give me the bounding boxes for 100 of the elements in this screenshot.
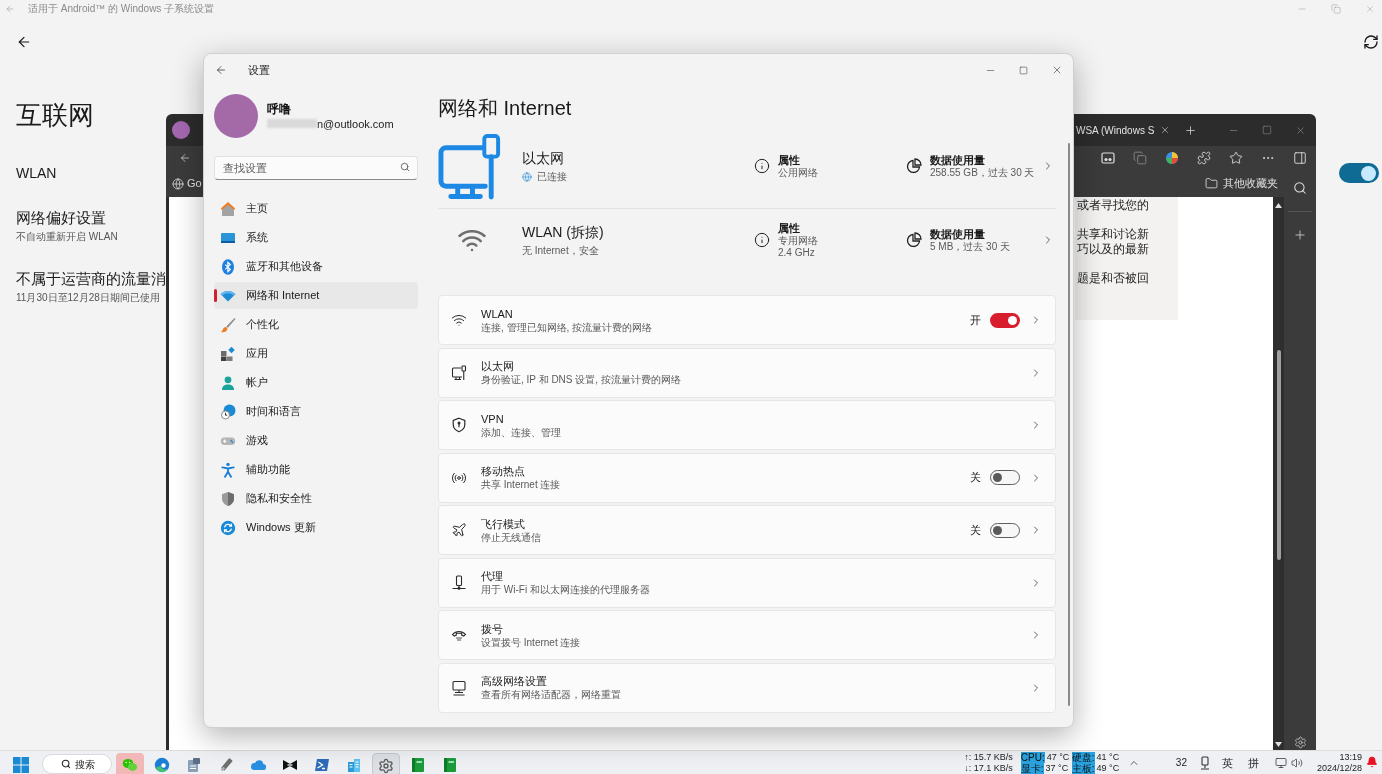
refresh-icon[interactable] [1363, 34, 1379, 50]
card-title: 以太网 [481, 359, 514, 373]
nav-item[interactable]: 时间和语言 [214, 398, 418, 425]
close-icon[interactable] [1160, 125, 1171, 135]
data-usage-link[interactable]: 数据使用量 5 MB，过去 30 天 [906, 227, 1011, 253]
card-title: 移动热点 [481, 464, 525, 478]
clock-globe-icon [220, 403, 236, 420]
properties-link[interactable]: 属性 公用网络 [754, 153, 818, 179]
settings-icon[interactable] [1293, 736, 1307, 749]
info-icon [754, 158, 770, 174]
properties-detail: 专用网络 [778, 235, 818, 247]
setting-title: 不属于运营商的流量消 [16, 270, 166, 288]
add-icon[interactable] [1293, 228, 1307, 242]
card-description: 添加、连接、管理 [481, 425, 561, 439]
scroll-up-icon[interactable] [1275, 203, 1282, 208]
scrollbar-thumb[interactable] [1276, 350, 1281, 560]
documents-icon [186, 757, 202, 773]
page-text: 或者寻找您的 [1077, 198, 1149, 213]
input-method-indicator[interactable]: 拼 [1247, 756, 1259, 770]
other-favorites-button[interactable]: 其他收藏夹 [1205, 175, 1278, 192]
new-tab-icon[interactable] [1184, 123, 1198, 137]
card-title: VPN [481, 411, 504, 426]
data-usage-link[interactable]: 数据使用量 258.55 GB，过去 30 天 [906, 153, 1035, 179]
settings-card[interactable]: 移动热点 共享 Internet 连接 关 [438, 452, 1056, 503]
computer-icon [451, 679, 467, 696]
terminal-icon [314, 757, 330, 773]
favorites-icon[interactable] [1229, 151, 1243, 165]
toggle-switch[interactable] [990, 522, 1020, 538]
speaker-icon[interactable] [1290, 757, 1303, 769]
globe-icon [522, 171, 532, 182]
settings-card[interactable]: 代理 用于 Wi-Fi 和以太网连接的代理服务器 [438, 557, 1056, 608]
color-wheel-icon[interactable] [1165, 151, 1179, 165]
bookmark-link[interactable]: Go [172, 175, 202, 192]
nav-item[interactable]: 主页 [214, 195, 418, 222]
taskbar-search[interactable]: 搜索 [42, 754, 112, 774]
settings-card[interactable]: WLAN 连接, 管理已知网络, 按流量计费的网络 开 [438, 295, 1056, 345]
toggle-switch[interactable] [990, 312, 1020, 328]
book-icon [442, 757, 458, 773]
tray-count: 32 [1175, 757, 1187, 769]
shield-icon [451, 417, 467, 433]
toggle-state-label: 关 [970, 470, 981, 486]
nav-item[interactable]: 应用 [214, 340, 418, 367]
info-icon [754, 232, 770, 248]
input-method-indicator[interactable]: 英 [1221, 756, 1233, 770]
toggle-switch[interactable] [990, 470, 1020, 485]
nav-item[interactable]: 网络和 Internet [214, 282, 418, 309]
browser-tab[interactable]: WSA (Windows S [1076, 118, 1171, 142]
sidebar-icon[interactable] [1293, 151, 1307, 165]
properties-link[interactable]: 属性 专用网络 2.4 GHz [754, 221, 818, 259]
nav-item[interactable]: 帐户 [214, 369, 418, 396]
paintbrush-icon [220, 316, 236, 333]
window-title: 设置 [248, 62, 270, 78]
settings-card[interactable]: 高级网络设置 查看所有网络适配器，网络重置 [438, 662, 1056, 713]
settings-card[interactable]: 拨号 设置拨号 Internet 连接 [438, 610, 1056, 660]
clock-time[interactable]: 13:19 [1339, 752, 1362, 763]
monitor-icon[interactable] [1274, 757, 1287, 769]
toggle-switch[interactable] [1339, 163, 1379, 183]
scrollbar-thumb[interactable] [1068, 143, 1070, 706]
network-speed: ↑: 15.7 KB/s [964, 752, 1013, 763]
nav-item[interactable]: 辅助功能 [214, 456, 418, 483]
scroll-down-icon[interactable] [1275, 742, 1282, 747]
account-email: n@outlook.com [317, 116, 394, 131]
properties-label: 属性 [778, 221, 800, 235]
nav-item[interactable]: 隐私和安全性 [214, 485, 418, 512]
nav-item[interactable]: 个性化 [214, 311, 418, 338]
nav-item[interactable]: 蓝牙和其他设备 [214, 253, 418, 280]
back-icon[interactable] [16, 34, 32, 50]
clock-date[interactable]: 2024/12/28 [1316, 763, 1362, 774]
device-icon[interactable] [1198, 756, 1211, 770]
nav-item[interactable]: 系统 [214, 224, 418, 251]
sync-icon [220, 519, 236, 536]
page-text: 巧以及的最新 [1077, 242, 1149, 257]
reader-icon[interactable] [1101, 151, 1115, 165]
page-heading: 互联网 [16, 100, 94, 130]
airplane-icon [451, 522, 467, 538]
setting-description: 11月30日至12月28日期间已使用 [16, 291, 160, 305]
book-icon [410, 757, 426, 773]
apps-icon [220, 345, 236, 362]
extensions-icon[interactable] [1197, 151, 1211, 165]
settings-card[interactable]: 飞行模式 停止无线通信 关 [438, 505, 1056, 555]
close-icon[interactable] [1295, 124, 1306, 136]
sensor-label: CPU: [1020, 752, 1045, 763]
search-field[interactable]: 查找设置 [214, 156, 418, 180]
properties-detail: 2.4 GHz [778, 247, 815, 259]
settings-card[interactable]: VPN 添加、连接、管理 [438, 400, 1056, 450]
search-icon[interactable] [1293, 181, 1307, 195]
page-title: 网络和 Internet [438, 96, 572, 120]
settings-card[interactable]: 以太网 身份验证, IP 和 DNS 设置, 按流量计费的网络 [438, 347, 1056, 398]
account-name: 呼噜 [267, 101, 291, 117]
nav-item[interactable]: 游戏 [214, 427, 418, 454]
stacked-squares-icon[interactable] [1133, 151, 1147, 165]
folder-icon [1205, 177, 1218, 190]
connection-name: WLAN (拆捺) [522, 223, 604, 241]
chat-bubbles-icon [122, 757, 138, 773]
notification-bell-icon[interactable] [1366, 756, 1378, 768]
sensor-value: 47 °C [1046, 752, 1070, 763]
wifi-icon [451, 312, 467, 328]
card-title: 代理 [481, 569, 503, 583]
nav-item[interactable]: Windows 更新 [214, 514, 418, 541]
redaction-blur [267, 119, 317, 128]
